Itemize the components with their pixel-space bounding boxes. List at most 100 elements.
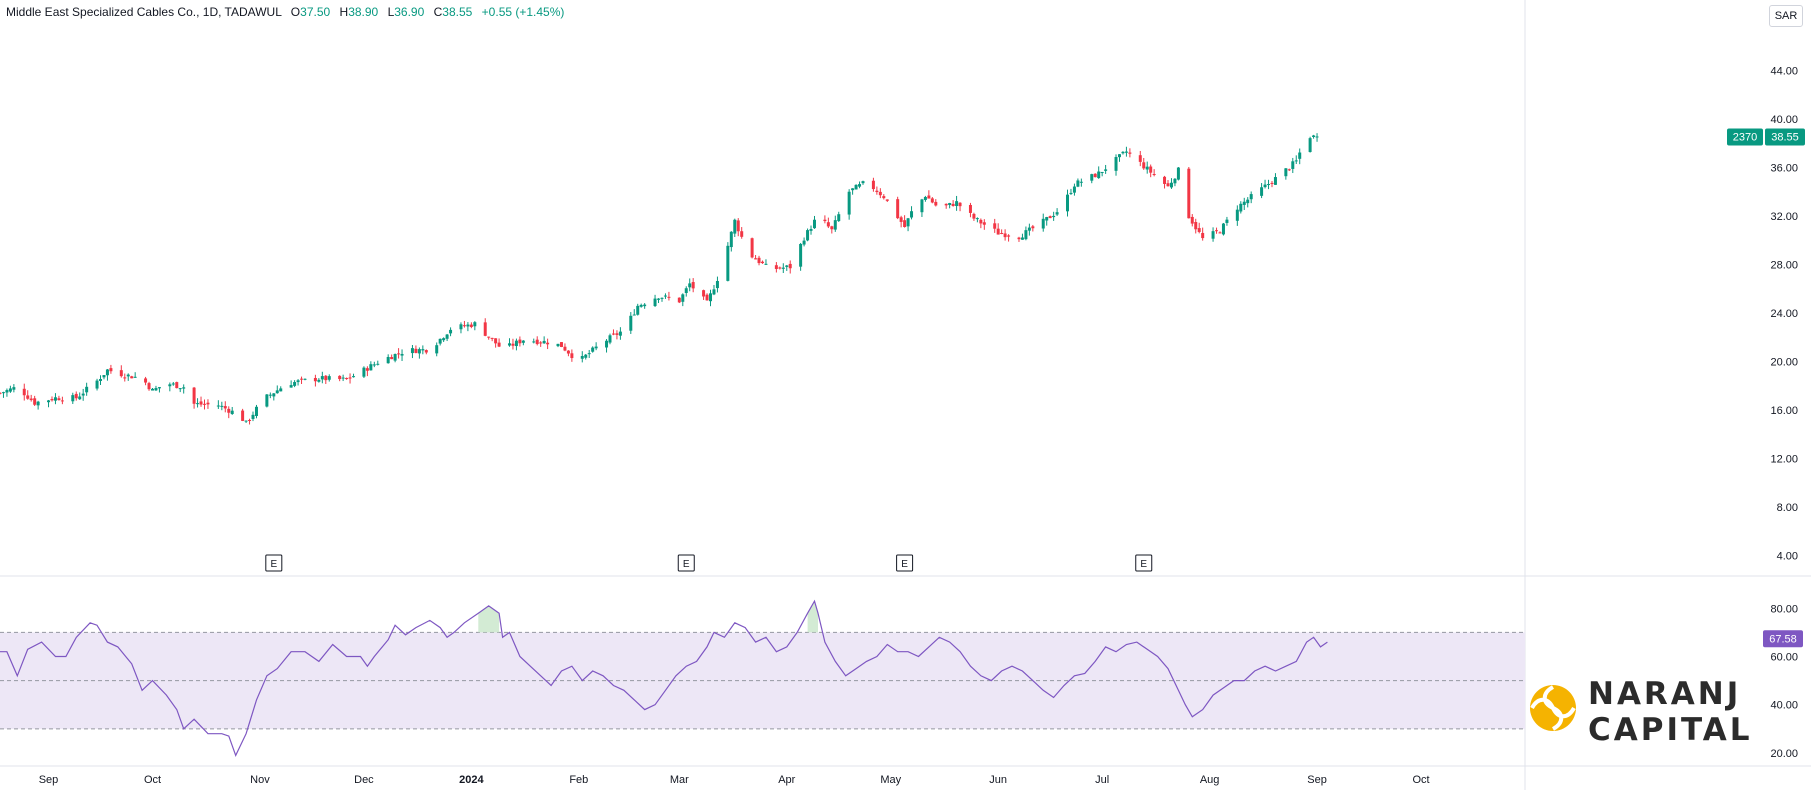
candle-body [1291, 161, 1295, 169]
candle-body [296, 380, 300, 383]
candle-body [532, 341, 536, 343]
candle-body [466, 324, 470, 327]
price-tick-label: 36.00 [1770, 162, 1798, 174]
candle-body [74, 393, 78, 399]
candle-body [1225, 219, 1229, 223]
candle-body [338, 375, 342, 380]
candle-body [812, 219, 816, 229]
candle-body [1048, 216, 1052, 219]
candle-body [521, 340, 525, 343]
candle-body [1294, 160, 1298, 162]
candle-body [1190, 216, 1194, 224]
candle-body [1003, 233, 1007, 238]
chart-canvas[interactable]: 48.0044.0040.0036.0032.0028.0024.0020.00… [0, 0, 1811, 790]
candle-body [639, 304, 643, 307]
candle-body [293, 382, 297, 386]
currency-button[interactable]: SAR [1769, 5, 1803, 27]
candle-body [643, 304, 647, 307]
candle-body [33, 398, 37, 405]
candle-body [393, 354, 397, 361]
candle-body [1031, 226, 1035, 229]
candle-body [715, 281, 719, 289]
logo-text: NARANJ CAPITAL [1588, 676, 1752, 748]
candle-body [220, 405, 224, 407]
earnings-marker: E [677, 554, 695, 572]
time-tick-label: Sep [39, 774, 59, 786]
candle-body [1079, 181, 1083, 183]
logo-mark-icon [1530, 685, 1576, 731]
candle-body [320, 376, 324, 380]
candle-body [1041, 218, 1045, 229]
candle-body [29, 398, 33, 401]
candle-body [442, 338, 446, 341]
candle-body [47, 400, 51, 403]
candle-body [930, 198, 934, 203]
candle-body [764, 263, 768, 265]
rsi-value-label: 67.58 [1769, 633, 1797, 645]
symbol-legend: Middle East Specialized Cables Co., 1D, … [6, 5, 564, 19]
candle-body [1242, 201, 1246, 205]
candle-body [268, 394, 272, 396]
candle-body [300, 378, 304, 380]
candle-body [785, 265, 789, 267]
candle-body [71, 395, 75, 402]
candle-body [788, 263, 792, 269]
price-tick-label: 32.00 [1770, 211, 1798, 223]
time-tick-label: Dec [354, 774, 374, 786]
candle-body [691, 282, 695, 289]
candle-body [878, 191, 882, 196]
candle-body [1124, 151, 1128, 153]
candle-body [1246, 199, 1250, 204]
candle-body [99, 378, 103, 381]
candle-body [487, 336, 491, 338]
candle-body [1121, 151, 1125, 154]
candle-body [1298, 152, 1302, 159]
candle-body [705, 294, 709, 301]
candle-body [130, 376, 134, 379]
candle-body [36, 401, 40, 406]
candles-layer [0, 133, 1319, 425]
candle-body [490, 337, 494, 339]
candle-body [778, 267, 782, 269]
candle-body [313, 377, 317, 382]
candle-body [1308, 138, 1312, 152]
candle-body [653, 298, 657, 307]
symbol-title: Middle East Specialized Cables Co., 1D, … [6, 5, 282, 19]
rsi-overbought-fill [478, 605, 500, 633]
candle-body [996, 228, 1000, 235]
candle-body [1128, 152, 1132, 154]
candle-body [126, 374, 130, 377]
candle-body [182, 387, 186, 389]
candle-body [882, 196, 886, 199]
candle-body [369, 364, 373, 371]
time-tick-label: Feb [569, 774, 588, 786]
time-tick-label: Apr [778, 774, 795, 786]
candle-body [202, 403, 206, 405]
candle-body [5, 390, 9, 393]
candle-body [1239, 203, 1243, 212]
candle-body [806, 230, 810, 241]
logo-line1: NARANJ [1588, 676, 1742, 712]
candle-body [858, 184, 862, 187]
candle-body [584, 354, 588, 358]
candle-body [511, 343, 515, 346]
rsi-band-layer [0, 631, 1525, 730]
time-tick-label: May [880, 774, 901, 786]
candle-body [1045, 217, 1049, 221]
candle-body [851, 188, 855, 191]
candle-body [1267, 184, 1271, 186]
candle-body [629, 315, 633, 331]
candle-body [910, 211, 914, 218]
candle-body [542, 340, 546, 344]
rsi-tick-label: 80.00 [1770, 603, 1798, 615]
candle-body [837, 214, 841, 222]
candle-body [757, 257, 761, 264]
candle-body [494, 338, 498, 344]
candle-body [736, 220, 740, 232]
candle-body [50, 399, 54, 401]
candle-body [726, 245, 730, 281]
logo-line2: CAPITAL [1588, 712, 1753, 748]
earnings-marker-label: E [270, 559, 277, 570]
candle-body [157, 387, 161, 389]
candle-body [968, 204, 972, 213]
